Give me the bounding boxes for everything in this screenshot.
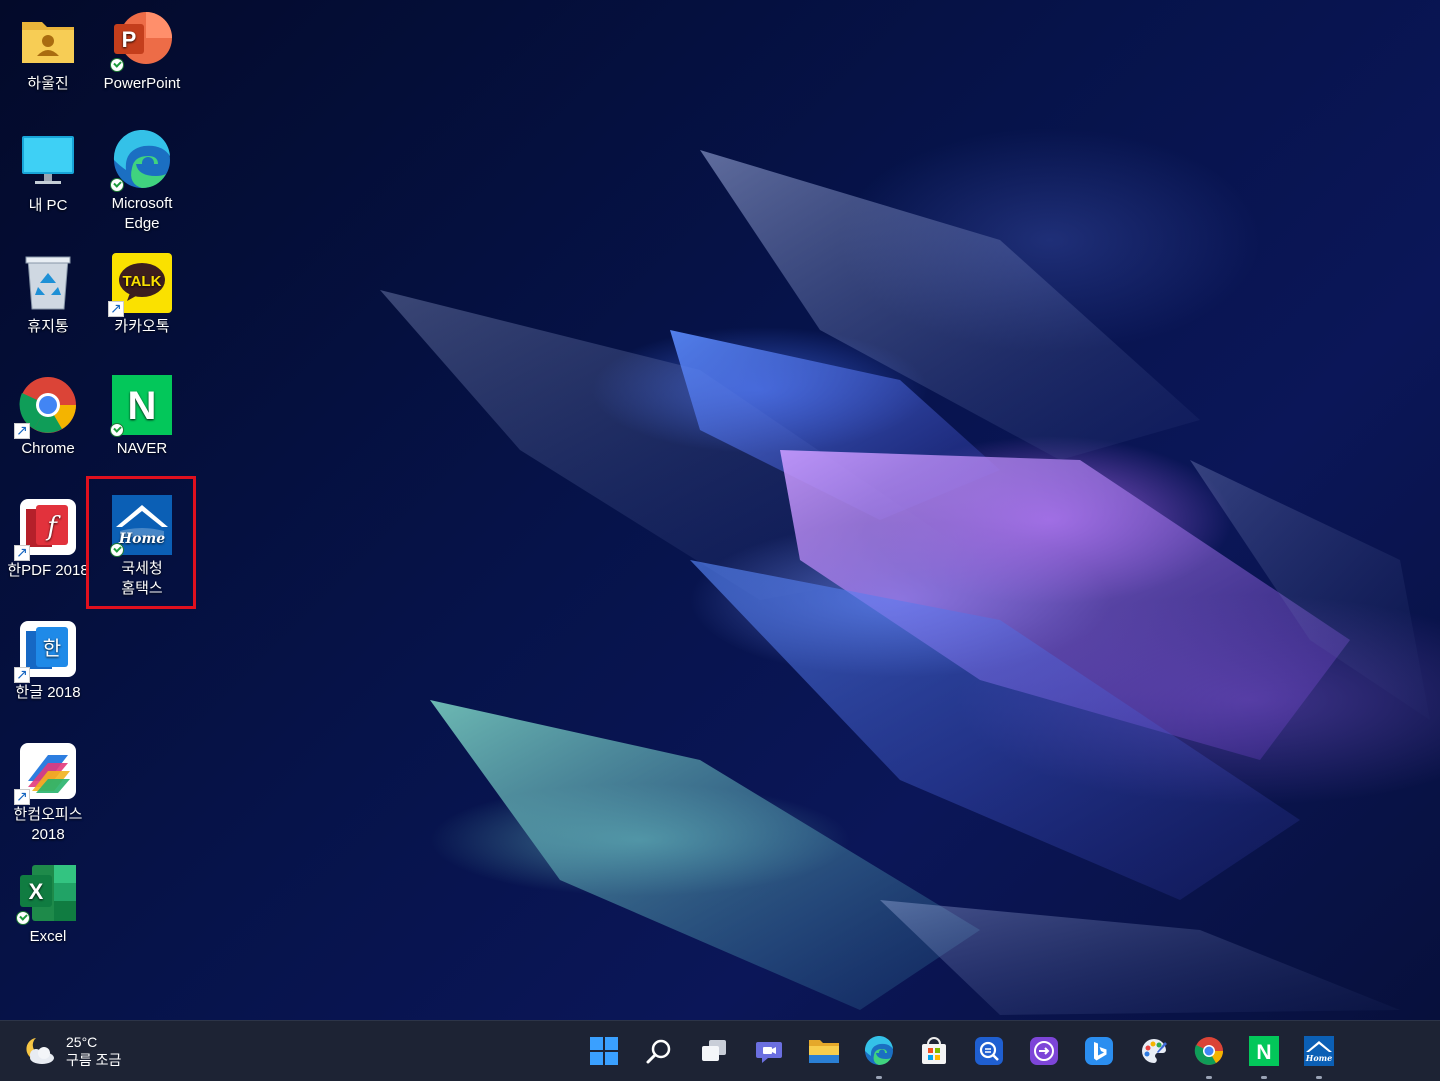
desktop-icon-recycle-bin[interactable]: 휴지통 [0, 253, 96, 337]
desktop-icon-label: 한글 2018 [15, 684, 81, 701]
desktop-icon-hangul[interactable]: 한 한글 2018 [0, 619, 96, 703]
highlight-box-hometax [86, 476, 196, 609]
hancom-office-icon [14, 741, 78, 807]
folder-icon [809, 1040, 839, 1063]
search-button[interactable] [637, 1029, 681, 1073]
app-purple-arrow[interactable] [1022, 1029, 1066, 1073]
microsoft-store[interactable] [912, 1029, 956, 1073]
running-indicator [1261, 1076, 1267, 1079]
recycle-bin-icon [18, 253, 78, 313]
desktop-icon-label: 한PDF 2018 [7, 562, 89, 579]
desktop-icon-user-folder[interactable]: 하울진 [0, 10, 96, 94]
desktop-icon-excel[interactable]: X Excel [0, 863, 96, 947]
user-folder-icon [18, 10, 78, 70]
desktop-icon-label: 휴지통 [27, 318, 69, 335]
windows-logo-icon [590, 1037, 618, 1065]
kakaotalk-icon: TALK [108, 253, 172, 319]
app-blue-search[interactable] [967, 1029, 1011, 1073]
file-explorer[interactable] [802, 1029, 846, 1073]
bing[interactable] [1077, 1029, 1121, 1073]
chrome-icon [14, 375, 78, 441]
taskbar-naver[interactable]: N [1242, 1029, 1286, 1079]
desktop-icon-hancom-office[interactable]: 한컴오피스 2018 [0, 741, 96, 845]
taskbar-hometax-glyph-text: Home [1305, 1053, 1332, 1063]
taskbar: 25°C 구름 조금 N Home [0, 1020, 1440, 1081]
desktop-icon-edge[interactable]: Microsoft Edge [94, 129, 190, 234]
desktop-icon-label: PowerPoint [103, 75, 181, 92]
weather-condition: 구름 조금 [66, 1052, 122, 1068]
hanpdf-icon: f [14, 497, 78, 563]
taskbar-chrome[interactable] [1187, 1029, 1231, 1079]
taskbar-naver-glyph-text: N [1256, 1041, 1271, 1064]
shortcut-arrow-icon [14, 787, 30, 807]
sync-check-icon [16, 911, 30, 925]
taskbar-edge[interactable] [857, 1029, 901, 1079]
desktop-icon-label: Chrome [21, 440, 75, 457]
running-indicator [1206, 1076, 1212, 1079]
start-button[interactable] [582, 1029, 626, 1073]
sync-check-icon [110, 423, 124, 437]
monitor-icon [18, 132, 78, 192]
edge-icon [864, 1036, 893, 1065]
sync-check-icon [110, 58, 124, 72]
wallpaper-abstract-shapes [380, 150, 1430, 1015]
naver-glyph-text: N [128, 384, 157, 428]
search-icon [646, 1039, 671, 1064]
excel-icon: X [16, 863, 78, 925]
desktop-icon-my-pc[interactable]: 내 PC [0, 132, 96, 216]
desktop-icon-kakaotalk[interactable]: TALK 카카오톡 [94, 253, 190, 337]
desktop-icon-label: 내 PC [28, 197, 68, 214]
desktop-icon-powerpoint[interactable]: P PowerPoint [94, 10, 190, 94]
desktop-icon-label: 하울진 [27, 75, 69, 92]
task-view-icon [702, 1040, 726, 1061]
excel-glyph-text: X [29, 879, 44, 904]
bing-icon [1085, 1037, 1113, 1065]
sync-check-icon [110, 178, 124, 192]
hangul-icon: 한 [14, 619, 78, 685]
partly-cloudy-night-icon [22, 1036, 56, 1066]
powerpoint-icon: P [110, 10, 172, 72]
store-icon [922, 1037, 946, 1064]
desktop-icon-label: 카카오톡 [114, 318, 170, 335]
desktop-icon-label: Excel [29, 928, 67, 945]
chrome-icon [1194, 1037, 1223, 1065]
shortcut-arrow-icon [108, 299, 124, 319]
running-indicator [876, 1076, 882, 1079]
desktop-icon-label: 한컴오피스 2018 [13, 806, 83, 843]
edge-icon [110, 129, 172, 192]
taskbar-hometax[interactable]: Home [1297, 1029, 1341, 1079]
shortcut-arrow-icon [14, 543, 30, 563]
weather-temperature: 25°C [66, 1034, 98, 1050]
purple-arrow-app-icon [1030, 1037, 1058, 1065]
hometax-icon: Home [1304, 1036, 1334, 1066]
shortcut-arrow-icon [14, 421, 30, 441]
hangul-glyph-text: 한 [43, 636, 61, 660]
desktop-icon-naver[interactable]: N NAVER [94, 375, 190, 459]
chat-button[interactable] [747, 1029, 791, 1073]
paint-palette-icon [1142, 1038, 1167, 1063]
naver-icon: N [1249, 1036, 1279, 1066]
task-view-button[interactable] [692, 1029, 736, 1073]
svg-text:P: P [122, 27, 137, 52]
taskbar-app-list: N Home [582, 1029, 1352, 1079]
shortcut-arrow-icon [14, 665, 30, 685]
naver-icon: N [110, 375, 172, 437]
teams-chat-icon [756, 1042, 782, 1063]
paint[interactable] [1132, 1029, 1176, 1073]
desktop-icon-chrome[interactable]: Chrome [0, 375, 96, 459]
blue-search-app-icon [975, 1037, 1003, 1065]
kakaotalk-glyph-text: TALK [123, 273, 162, 290]
weather-widget[interactable]: 25°C 구름 조금 [22, 1029, 121, 1073]
running-indicator [1316, 1076, 1322, 1079]
desktop-icon-label: NAVER [116, 440, 168, 457]
desktop-wallpaper [0, 0, 1440, 1020]
desktop-icon-label: Microsoft Edge [111, 195, 173, 232]
desktop-icon-hanpdf[interactable]: f 한PDF 2018 [0, 497, 96, 581]
